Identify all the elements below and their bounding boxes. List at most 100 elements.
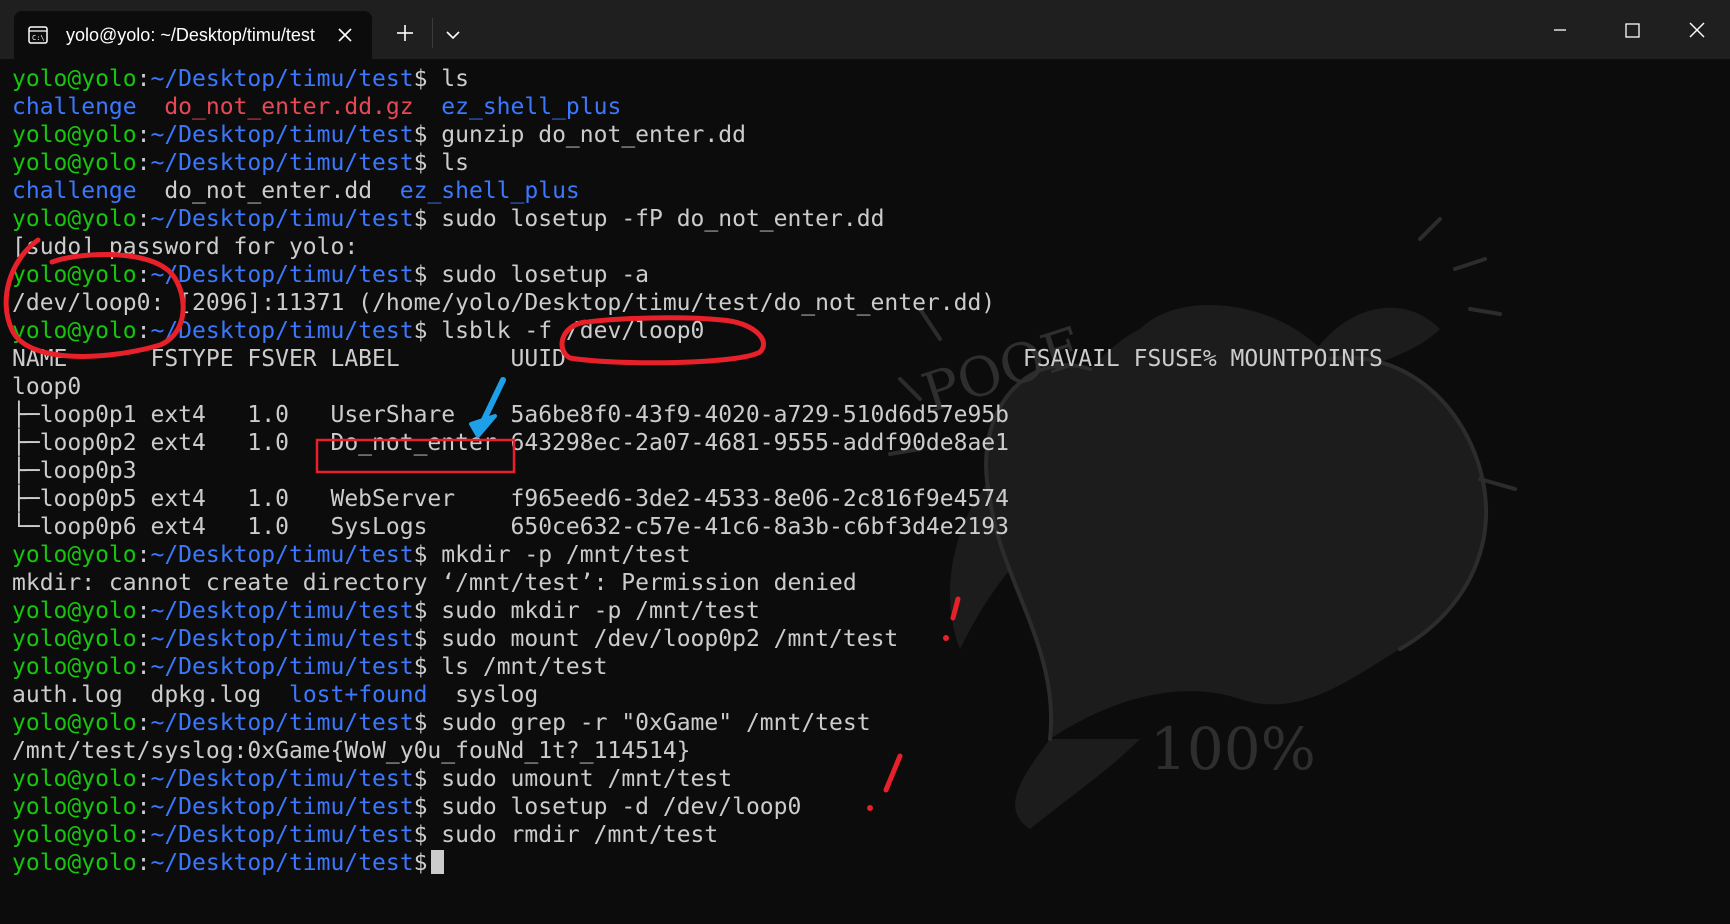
error-line: mkdir: cannot create directory ‘/mnt/tes… (12, 570, 857, 596)
prompt-path: ~/Desktop/timu/test (150, 766, 414, 792)
chevron-down-icon[interactable] (442, 24, 464, 46)
command-text: sudo losetup -fP do_not_enter.dd (427, 206, 885, 232)
prompt-user-host: yolo@yolo (12, 794, 137, 820)
prompt-user-host: yolo@yolo (12, 598, 137, 624)
listing-directory: ez_shell_plus (399, 178, 580, 204)
prompt-path: ~/Desktop/timu/test (150, 654, 414, 680)
output-line: challenge do_not_enter.dd.gz ez_shell_pl… (12, 93, 1722, 121)
close-icon[interactable] (1676, 19, 1716, 41)
listing-sep (137, 178, 165, 204)
prompt-symbol: $ (413, 122, 428, 148)
terminal-output: yolo@yolo:~/Desktop/timu/test$ ls challe… (12, 65, 1722, 877)
prompt-line: yolo@yolo:~/Desktop/timu/test$ ls /mnt/t… (12, 653, 1722, 681)
output-line: auth.log dpkg.log lost+found syslog (12, 681, 1722, 709)
command-text: sudo umount /mnt/test (427, 766, 733, 792)
prompt-symbol: $ (413, 66, 428, 92)
prompt-path: ~/Desktop/timu/test (150, 66, 414, 92)
prompt-path: ~/Desktop/timu/test (150, 850, 414, 876)
prompt-symbol: $ (413, 766, 428, 792)
listing-directory: challenge (12, 178, 137, 204)
terminal-pane[interactable]: POOF 100% yolo@yolo:~/Desktop/timu/test$… (0, 59, 1730, 924)
prompt-user-host: yolo@yolo (12, 206, 137, 232)
prompt-line: yolo@yolo:~/Desktop/timu/test$ ls (12, 65, 1722, 93)
new-tab-icon[interactable] (394, 22, 416, 44)
text-cursor (431, 850, 445, 874)
prompt-user-host: yolo@yolo (12, 654, 137, 680)
close-tab-icon[interactable] (334, 24, 356, 46)
prompt-path: ~/Desktop/timu/test (150, 598, 414, 624)
command-text: sudo rmdir /mnt/test (427, 822, 719, 848)
prompt-path: ~/Desktop/timu/test (150, 262, 414, 288)
prompt-line: yolo@yolo:~/Desktop/timu/test$ sudo umou… (12, 765, 1722, 793)
prompt-path: ~/Desktop/timu/test (150, 122, 414, 148)
listing-file: syslog (455, 682, 539, 708)
prompt-user-host: yolo@yolo (12, 766, 137, 792)
command-text: ls (427, 150, 469, 176)
prompt-colon: : (136, 710, 151, 736)
command-text: sudo mkdir -p /mnt/test (427, 598, 760, 624)
command-text: sudo mount /dev/loop0p2 /mnt/test (427, 626, 899, 652)
command-text: ls /mnt/test (427, 654, 608, 680)
lsblk-row: ├─loop0p2 ext4 1.0 Do_not_enter 643298ec… (12, 430, 1009, 456)
prompt-symbol: $ (413, 710, 428, 736)
prompt-colon: : (136, 66, 151, 92)
prompt-user-host: yolo@yolo (12, 626, 137, 652)
prompt-path: ~/Desktop/timu/test (150, 794, 414, 820)
maximize-icon[interactable] (1612, 19, 1652, 41)
prompt-path: ~/Desktop/timu/test (150, 626, 414, 652)
command-text: mkdir -p /mnt/test (427, 542, 691, 568)
prompt-colon: : (136, 654, 151, 680)
terminal-tab[interactable]: C:\ yolo@yolo: ~/Desktop/timu/test (14, 11, 372, 59)
lsblk-row: loop0 (12, 374, 82, 400)
prompt-user-host: yolo@yolo (12, 542, 137, 568)
prompt-path: ~/Desktop/timu/test (150, 710, 414, 736)
lsblk-row: ├─loop0p5 ext4 1.0 WebServer f965eed6-3d… (12, 486, 1009, 512)
command-text: lsblk -f /dev/loop0 (427, 318, 705, 344)
prompt-colon: : (136, 150, 151, 176)
prompt-line: yolo@yolo:~/Desktop/timu/test$ sudo lose… (12, 793, 1722, 821)
prompt-colon: : (136, 794, 151, 820)
prompt-symbol: $ (413, 262, 428, 288)
terminal-icon: C:\ (28, 26, 48, 44)
prompt-user-host: yolo@yolo (12, 710, 137, 736)
prompt-colon: : (136, 850, 151, 876)
listing-sep (414, 94, 442, 120)
prompt-line: yolo@yolo:~/Desktop/timu/test$ sudo mkdi… (12, 597, 1722, 625)
prompt-symbol: $ (413, 794, 428, 820)
prompt-colon: : (136, 598, 151, 624)
output-line: challenge do_not_enter.dd ez_shell_plus (12, 177, 1722, 205)
prompt-path: ~/Desktop/timu/test (150, 318, 414, 344)
listing-directory: lost+found (288, 682, 428, 708)
listing-sep (427, 682, 455, 708)
lsblk-row: └─loop0p6 ext4 1.0 SysLogs 650ce632-c57e… (12, 514, 1009, 540)
listing-file: dpkg.log (150, 682, 262, 708)
prompt-line: yolo@yolo:~/Desktop/timu/test$ lsblk -f … (12, 317, 1722, 345)
prompt-symbol: $ (413, 654, 428, 680)
prompt-line: yolo@yolo:~/Desktop/timu/test$ ls (12, 149, 1722, 177)
tab-separator (432, 18, 433, 48)
prompt-user-host: yolo@yolo (12, 850, 137, 876)
prompt-colon: : (136, 318, 151, 344)
prompt-path: ~/Desktop/timu/test (150, 206, 414, 232)
prompt-symbol: $ (413, 822, 428, 848)
prompt-line: yolo@yolo:~/Desktop/timu/test$ sudo lose… (12, 205, 1722, 233)
lsblk-row: ├─loop0p3 (12, 458, 137, 484)
command-text: gunzip do_not_enter.dd (427, 122, 746, 148)
command-text: ls (427, 66, 469, 92)
prompt-user-host: yolo@yolo (12, 122, 137, 148)
prompt-line: yolo@yolo:~/Desktop/timu/test$ mkdir -p … (12, 541, 1722, 569)
terminal-window: C:\ yolo@yolo: ~/Desktop/timu/test POOF … (0, 0, 1730, 924)
prompt-user-host: yolo@yolo (12, 150, 137, 176)
prompt-symbol: $ (413, 850, 428, 876)
lsblk-header: NAME FSTYPE FSVER LABEL UUID FSAVAIL FSU… (12, 346, 1383, 372)
lsblk-row: ├─loop0p1 ext4 1.0 UserShare 5a6be8f0-43… (12, 402, 1009, 428)
minimize-icon[interactable] (1540, 19, 1580, 41)
prompt-symbol: $ (413, 318, 428, 344)
output-line: /dev/loop0: [2096]:11371 (/home/yolo/Des… (12, 290, 996, 316)
listing-sep (123, 682, 151, 708)
prompt-path: ~/Desktop/timu/test (150, 822, 414, 848)
prompt-line[interactable]: yolo@yolo:~/Desktop/timu/test$ (12, 849, 1722, 877)
prompt-colon: : (136, 822, 151, 848)
prompt-user-host: yolo@yolo (12, 66, 137, 92)
command-text: sudo grep -r "0xGame" /mnt/test (427, 710, 871, 736)
